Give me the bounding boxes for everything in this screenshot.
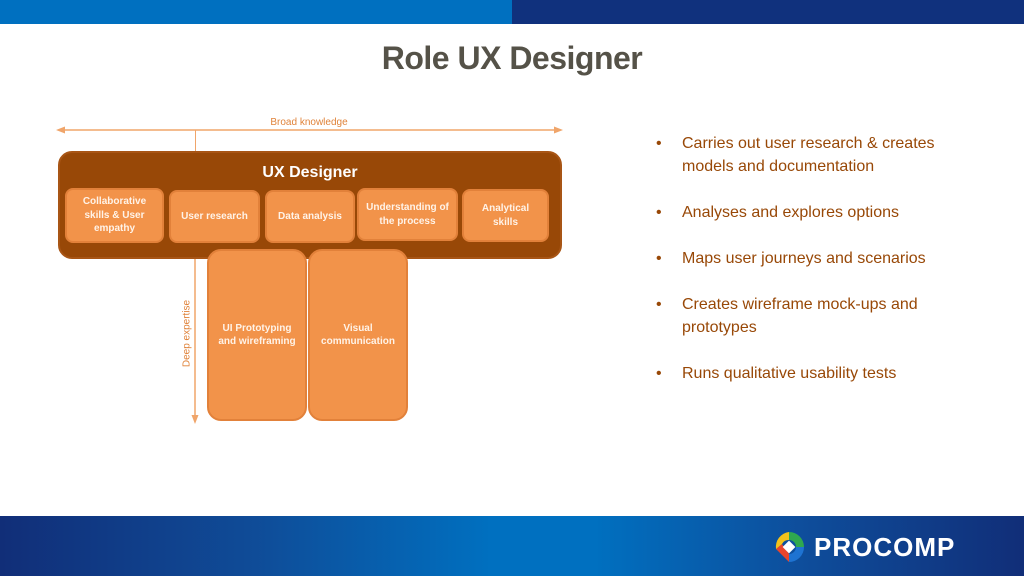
bullet-icon: • [656, 365, 662, 382]
deep-skill-ui-prototyping: UI Prototyping and wireframing [207, 249, 307, 421]
deep-expertise-label: Deep expertise [181, 299, 193, 368]
broad-knowledge-arrow [64, 129, 554, 131]
bullet-icon: • [656, 250, 662, 267]
broad-axis-connector [195, 130, 196, 152]
ux-designer-title: UX Designer [262, 164, 358, 181]
skill-analytical: Analytical skills [462, 189, 549, 242]
arrow-left-icon [56, 126, 65, 134]
skill-collaborative-empathy: Collaborative skills & User empathy [65, 188, 164, 243]
list-item-text: Creates wireframe mock-ups and prototype… [682, 296, 918, 336]
top-bar-right-segment [512, 0, 1024, 24]
top-bar-left-segment [0, 0, 512, 24]
list-item: • Carries out user research & creates mod… [656, 132, 986, 178]
list-item: • Creates wireframe mock-ups and prototyp… [656, 293, 986, 339]
list-item: • Runs qualitative usability tests [656, 362, 986, 385]
broad-knowledge-label: Broad knowledge [270, 117, 348, 128]
list-item-text: Runs qualitative usability tests [682, 365, 897, 382]
arrow-down-icon [191, 415, 199, 424]
brand-name: PROCOMP [814, 531, 956, 562]
slide-title: Role UX Designer [381, 40, 643, 76]
skill-data-analysis: Data analysis [265, 190, 355, 243]
skill-user-research: User research [169, 190, 260, 243]
bullet-icon: • [656, 135, 662, 152]
list-item-text: Carries out user research & creates mode… [682, 135, 935, 175]
list-item: • Maps user journeys and scenarios [656, 247, 986, 270]
deep-skill-visual-communication: Visual communication [308, 249, 408, 421]
bullet-icon: • [656, 204, 662, 221]
procomp-logo: PROCOMP [772, 530, 955, 564]
list-item-text: Maps user journeys and scenarios [682, 250, 926, 267]
list-item-text: Analyses and explores options [682, 204, 900, 221]
bullet-icon: • [656, 296, 662, 313]
responsibilities-list: • Carries out user research & creates mod… [656, 132, 986, 408]
skill-understanding-process: Understanding of the process [357, 188, 458, 241]
procomp-logo-icon [775, 532, 804, 562]
list-item: • Analyses and explores options [656, 201, 986, 224]
arrow-right-icon [554, 126, 563, 134]
top-accent-bar [0, 0, 1024, 24]
